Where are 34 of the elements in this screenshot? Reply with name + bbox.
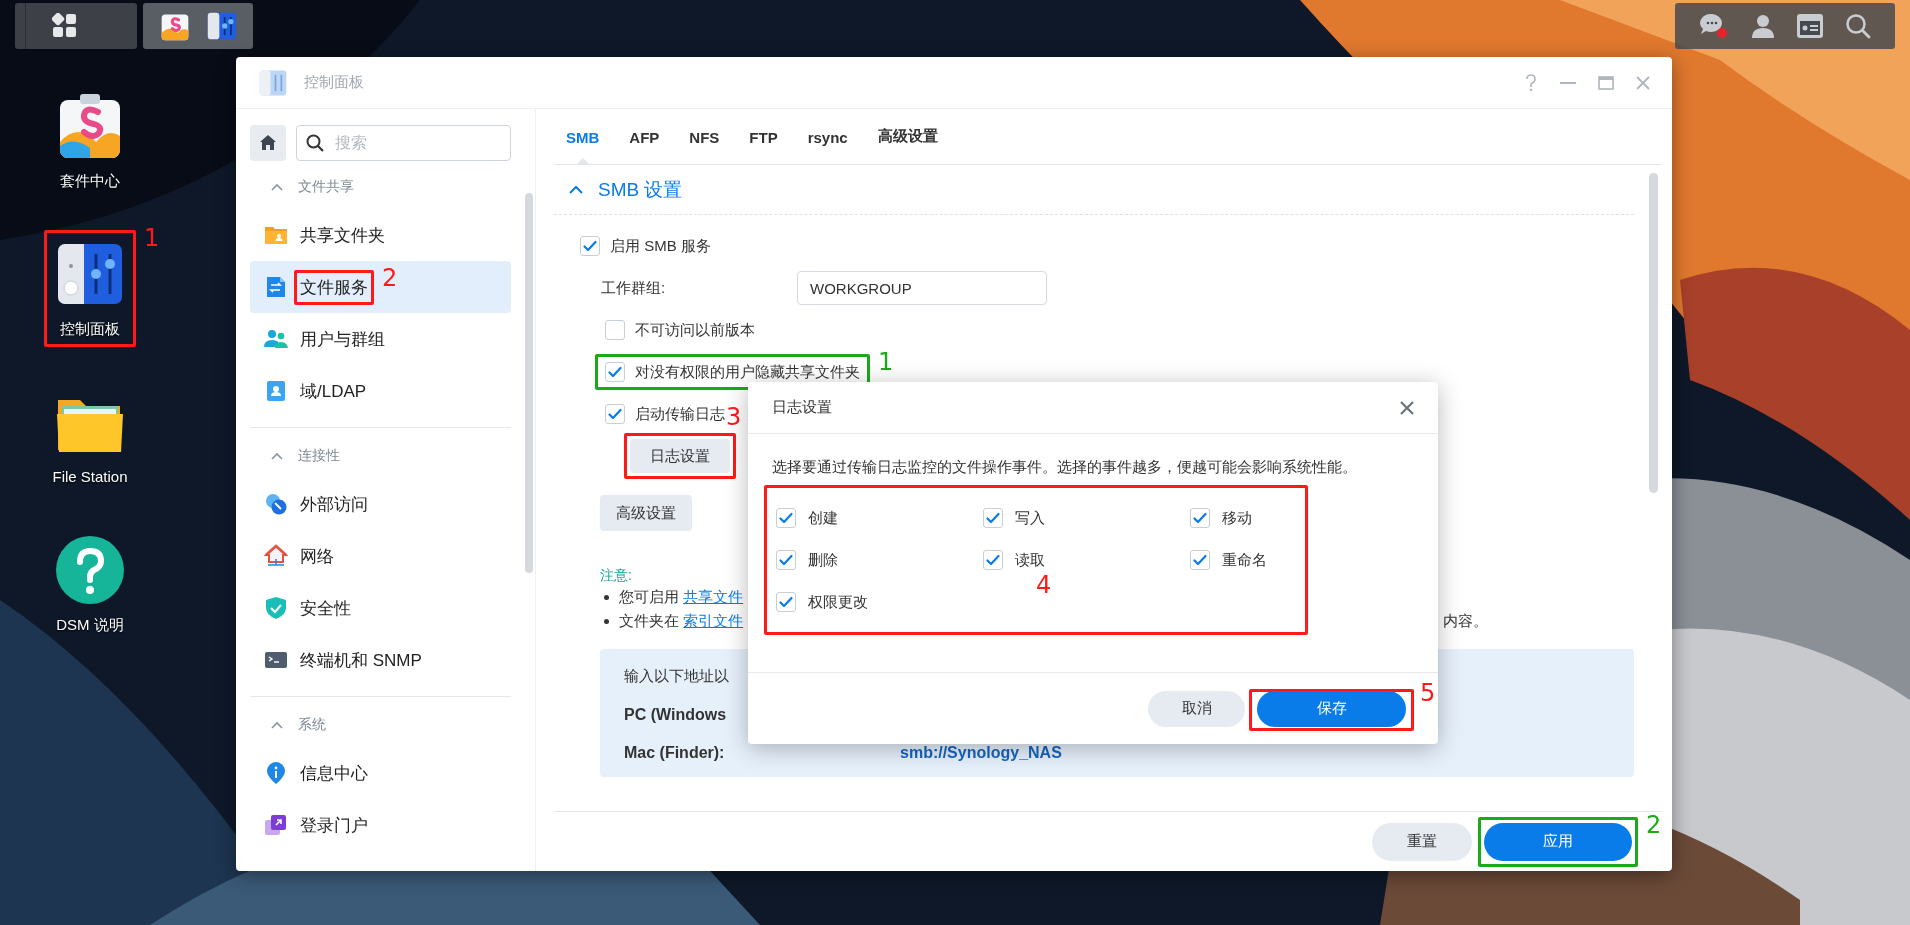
checkbox-label: 不可访问以前版本 [635,320,755,340]
note-text: 文件夹在 [619,611,680,631]
checkbox-label: 启用 SMB 服务 [610,236,711,256]
section-title: SMB 设置 [598,177,683,202]
checkbox-label: 读取 [1015,550,1045,570]
annotation-number: 1 [144,224,160,252]
checkbox-label: 写入 [1015,508,1045,528]
checkbox-label: 删除 [808,550,838,570]
section-title: 系统 [298,716,326,734]
annotation-number: 3 [726,403,742,431]
field-label: 工作群组: [601,278,667,298]
note-title: 注意: [600,567,632,585]
annotation-number: 4 [1036,571,1052,599]
section-title: 文件共享 [298,178,354,196]
checkbox-label: 对没有权限的用户隐藏共享文件夹 [635,362,860,382]
checkbox-label: 权限更改 [808,592,868,612]
note-text: 内容。 [1443,611,1489,631]
annotation-number: 2 [1646,810,1662,839]
address-label: PC (Windows [624,706,728,724]
checkbox-label: 重命名 [1222,550,1267,570]
annotation-number: 2 [382,263,398,292]
window-title: 控制面板 [304,73,364,92]
address-intro: 输入以下地址以 [624,667,730,686]
checkbox-label: 启动传输日志 [635,404,725,424]
note-text: 您可启用 [619,587,680,607]
checkbox-label: 移动 [1222,508,1252,528]
dialog-description: 选择要通过传输日志监控的文件操作事件。选择的事件越多，便越可能会影响系统性能。 [771,457,1358,477]
section-title: 连接性 [298,447,340,465]
address-value: smb://Synology_NAS [900,744,1062,762]
annotation-number: 5 [1420,678,1436,707]
address-label: Mac (Finder): [624,744,726,762]
annotation-number: 1 [878,348,894,376]
dialog-title: 日志设置 [772,398,832,417]
checkbox-label: 创建 [808,508,838,528]
